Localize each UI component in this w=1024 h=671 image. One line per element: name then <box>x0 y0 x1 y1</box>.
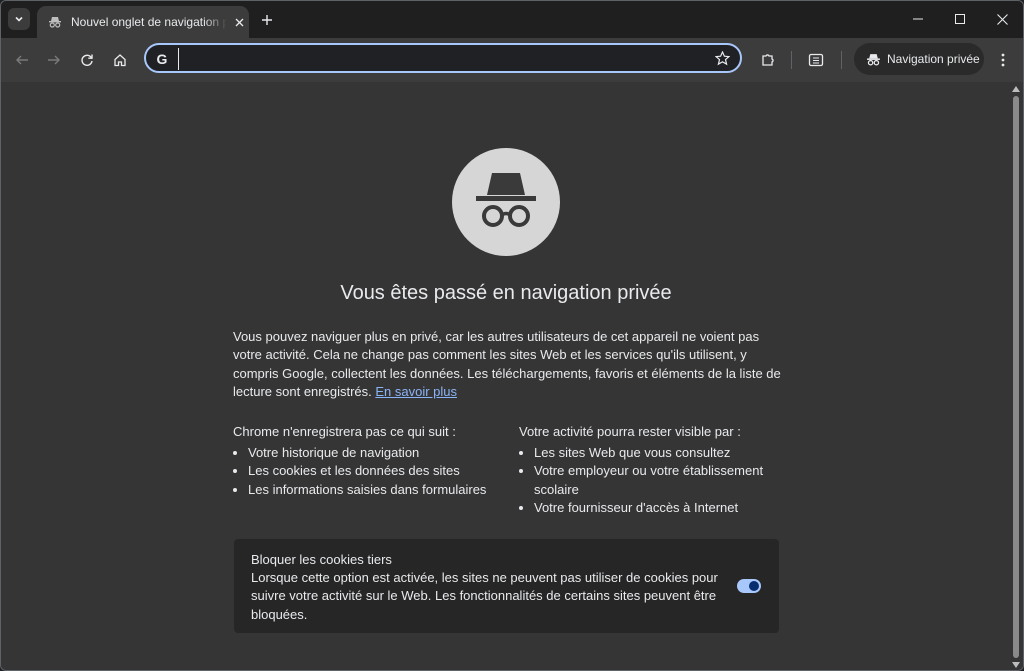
toggle-knob <box>749 581 759 591</box>
maximize-button[interactable] <box>945 7 975 31</box>
incognito-icon <box>476 173 536 227</box>
scroll-thumb[interactable] <box>1013 96 1019 658</box>
visible-to-list: Les sites Web que vous consultez Votre e… <box>519 444 769 518</box>
visible-to-heading: Votre activité pourra rester visible par… <box>519 424 741 439</box>
third-party-cookies-card: Bloquer les cookies tiers Lorsque cette … <box>234 539 779 633</box>
incognito-ntp: Vous êtes passé en navigation privée Vou… <box>1 82 1011 670</box>
reload-icon <box>81 54 93 66</box>
tab-incognito[interactable]: Nouvel onglet de navigation privée <box>37 6 249 38</box>
vertical-scrollbar[interactable] <box>1009 82 1023 670</box>
omnibox[interactable]: G <box>144 43 742 73</box>
home-icon <box>114 54 126 67</box>
minimize-icon <box>913 18 923 20</box>
intro-text: Vous pouvez naviguer plus en privé, car … <box>233 329 781 400</box>
toolbar-divider <box>841 51 842 69</box>
list-item: Votre historique de navigation <box>248 444 503 462</box>
side-panel-button[interactable] <box>804 48 828 72</box>
minimize-button[interactable] <box>903 7 933 31</box>
list-item: Les cookies et les données des sites <box>248 462 503 480</box>
tab-strip: Nouvel onglet de navigation privée <box>1 1 1023 38</box>
list-item: Votre employeur ou votre établissement s… <box>534 462 769 499</box>
plus-icon <box>262 15 272 25</box>
scroll-up-arrow-icon[interactable] <box>1012 86 1020 92</box>
incognito-logo <box>452 148 560 256</box>
kebab-menu-icon <box>1001 53 1005 67</box>
block-cookies-toggle[interactable] <box>737 579 761 593</box>
browser-window: Nouvel onglet de navigation privée <box>0 0 1024 671</box>
maximize-icon <box>955 14 965 24</box>
list-item: Les sites Web que vous consultez <box>534 444 769 462</box>
menu-button[interactable] <box>991 48 1015 72</box>
arrow-left-icon <box>16 55 28 65</box>
close-tab-icon[interactable] <box>231 14 247 30</box>
cookie-card-description: Lorsque cette option est activée, les si… <box>251 570 718 622</box>
page-title: Vous êtes passé en navigation privée <box>340 282 672 304</box>
chevron-down-icon <box>15 16 23 22</box>
close-window-button[interactable] <box>987 7 1017 31</box>
list-item: Les informations saisies dans formulaire… <box>248 481 503 499</box>
side-panel-icon <box>808 53 824 67</box>
extensions-button[interactable] <box>756 48 780 72</box>
puzzle-icon <box>762 54 774 66</box>
reload-button[interactable] <box>75 48 99 72</box>
incognito-chip-label: Navigation privée <box>887 52 980 66</box>
new-tab-button[interactable] <box>258 11 276 29</box>
list-item: Votre fournisseur d'accès à Internet <box>534 499 769 517</box>
tab-title: Nouvel onglet de navigation privée <box>71 15 227 29</box>
scroll-down-arrow-icon[interactable] <box>1012 662 1020 668</box>
toolbar: G Navigation privée <box>1 38 1023 82</box>
home-button[interactable] <box>108 48 132 72</box>
forward-button[interactable] <box>42 48 66 72</box>
visible-to-section: Votre activité pourra rester visible par… <box>519 423 769 518</box>
incognito-profile-chip[interactable]: Navigation privée <box>854 43 984 75</box>
arrow-right-icon <box>48 55 60 65</box>
incognito-icon <box>866 52 881 67</box>
address-bar-input[interactable] <box>178 48 703 70</box>
not-saved-heading: Chrome n'enregistrera pas ce qui suit : <box>233 424 456 439</box>
cookie-card-title: Bloquer les cookies tiers <box>251 552 392 567</box>
toolbar-divider <box>791 51 792 69</box>
back-button[interactable] <box>10 48 34 72</box>
not-saved-list: Votre historique de navigation Les cooki… <box>233 444 503 499</box>
not-saved-section: Chrome n'enregistrera pas ce qui suit : … <box>233 423 503 499</box>
learn-more-link[interactable]: En savoir plus <box>375 384 457 399</box>
close-icon <box>996 13 1008 25</box>
google-g-icon: G <box>156 51 168 67</box>
incognito-icon <box>47 14 63 30</box>
bookmark-star-icon[interactable] <box>714 50 730 66</box>
intro-paragraph: Vous pouvez naviguer plus en privé, car … <box>233 328 783 402</box>
tab-search-button[interactable] <box>8 8 30 30</box>
